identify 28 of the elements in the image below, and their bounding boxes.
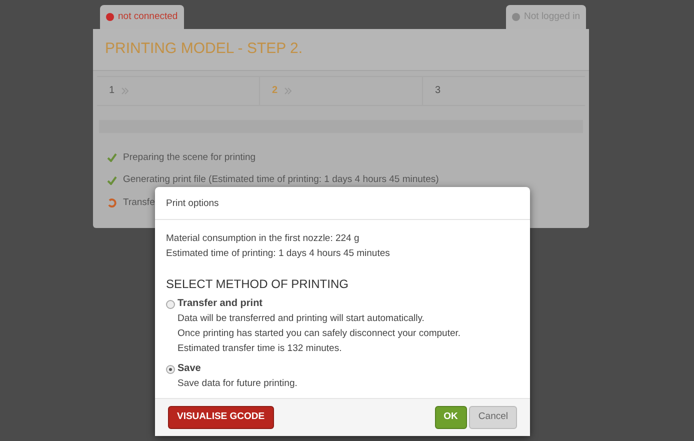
radio-button[interactable] xyxy=(166,300,175,309)
connection-status: not connected xyxy=(118,10,178,24)
radio-button[interactable] xyxy=(166,365,175,374)
info-text: Estimated time of printing: 1 days 4 hours 45 minutes xyxy=(166,247,391,261)
task-label: Preparing the scene for printing xyxy=(123,150,256,165)
option-description: Save data for future printing. xyxy=(178,377,298,391)
option-label[interactable]: Save xyxy=(178,361,298,376)
visualise-gcode-button[interactable]: VISUALISE GCODE xyxy=(168,406,274,429)
option-description: Data will be transferred and printing will start automatically. xyxy=(178,312,426,326)
check-icon xyxy=(107,176,117,185)
double-chevron-icon xyxy=(284,86,292,94)
step-label[interactable]: 3 xyxy=(435,83,441,98)
info-text: Material consumption in the first nozzle: 224 g xyxy=(166,232,360,246)
double-chevron-icon xyxy=(120,86,129,94)
option-label[interactable]: Transfer and print xyxy=(178,296,461,311)
panel-title: PRINTING MODEL - STEP 2. xyxy=(93,29,589,70)
dialog-title: Print options xyxy=(155,187,530,220)
spinner-icon xyxy=(107,198,117,208)
task-label: Generating print file (Estimated time of printing: 1 days 4 hours 45 minutes) xyxy=(123,173,439,188)
ok-button[interactable]: OK xyxy=(434,406,467,429)
option-description: Estimated transfer time is 132 minutes. xyxy=(178,342,343,356)
check-icon xyxy=(107,153,117,162)
option-description: Once printing has started you can safely disconnect your computer. xyxy=(178,327,461,341)
step-label[interactable]: 1 xyxy=(109,83,115,98)
section-heading: SELECT METHOD OF PRINTING xyxy=(166,277,350,292)
task-label: Transfe xyxy=(123,196,155,210)
connection-status-tab[interactable]: not connected xyxy=(100,5,184,29)
cancel-button[interactable]: Cancel xyxy=(469,406,517,429)
